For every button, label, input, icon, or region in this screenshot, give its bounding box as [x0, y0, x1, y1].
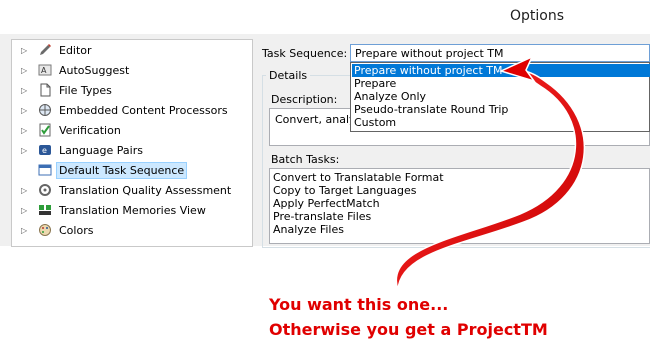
annotation-line-1: You want this one... [269, 295, 449, 314]
arrow-shaft [395, 70, 586, 291]
arrow-head [498, 55, 536, 83]
annotation-line-2: Otherwise you get a ProjectTM [269, 320, 548, 339]
